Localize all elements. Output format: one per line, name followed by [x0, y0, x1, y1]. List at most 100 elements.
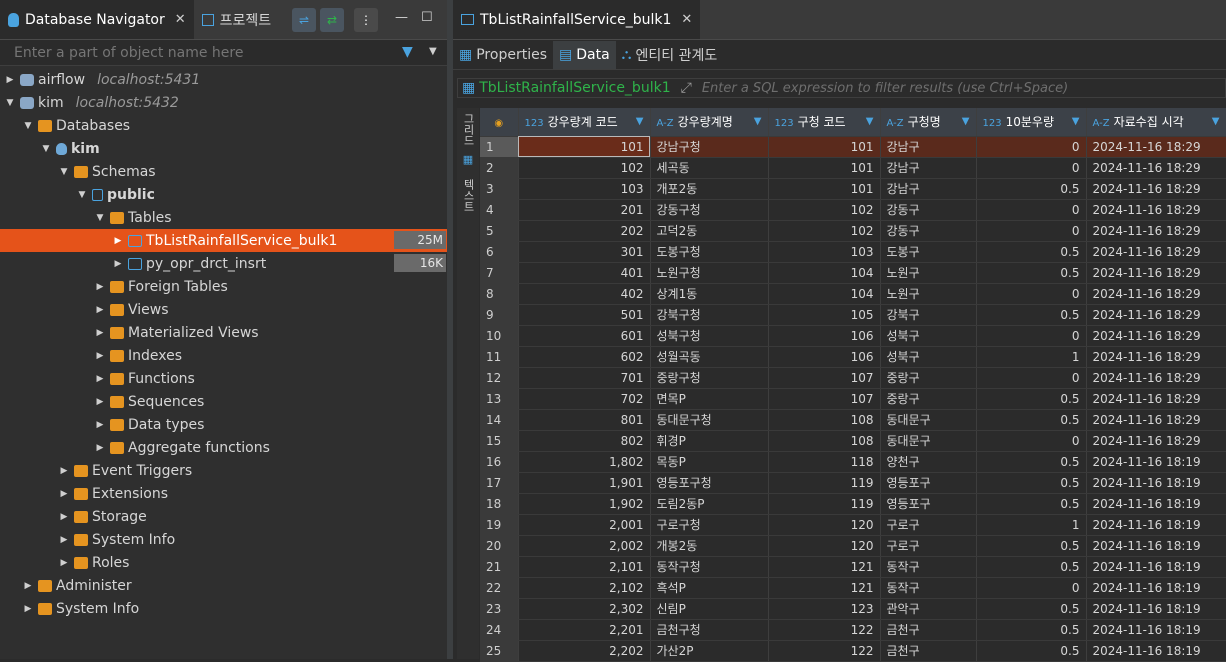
column-header[interactable]: A-Z 자료수집 시각 ▼ — [1086, 108, 1226, 137]
row-number-cell[interactable]: 25 — [480, 640, 519, 662]
grid-cell[interactable]: 701 — [518, 367, 651, 389]
grid-cell[interactable]: 구로구청 — [650, 514, 769, 536]
grid-cell[interactable]: 2024-11-16 18:19 — [1086, 472, 1226, 494]
grid-cell[interactable]: 103 — [518, 178, 651, 200]
tree-node-system-info[interactable]: ▶ System Info — [0, 597, 447, 620]
grid-cell[interactable]: 2024-11-16 18:19 — [1086, 556, 1226, 578]
tab-properties[interactable]: ▦ Properties — [453, 41, 553, 69]
maximize-icon[interactable]: ☐ — [421, 10, 433, 25]
grid-cell[interactable]: 강동구 — [880, 199, 977, 221]
grid-cell[interactable]: 802 — [518, 430, 651, 452]
navigator-filter-input[interactable] — [0, 40, 390, 66]
column-header[interactable]: A-Z 구청명 ▼ — [880, 108, 977, 137]
grid-cell[interactable]: 2024-11-16 18:19 — [1086, 619, 1226, 641]
table-row[interactable]: 5 202 고덕2동 102 강동구 0 2024-11-16 18:29 — [480, 220, 1226, 242]
grid-cell[interactable]: 107 — [768, 367, 881, 389]
grid-cell[interactable]: 강북구청 — [650, 304, 769, 326]
grid-cell[interactable]: 2024-11-16 18:29 — [1086, 178, 1226, 200]
grid-cell[interactable]: 2024-11-16 18:29 — [1086, 430, 1226, 452]
grid-cell[interactable]: 고덕2동 — [650, 220, 769, 242]
row-number-cell[interactable]: 4 — [480, 199, 519, 221]
grid-cell[interactable]: 강동구 — [880, 220, 977, 242]
grid-cell[interactable]: 118 — [768, 451, 881, 473]
chevron-down-icon[interactable]: ▼ — [58, 167, 70, 177]
column-header[interactable]: 123 강우량계 코드 ▼ — [518, 108, 651, 137]
chevron-right-icon[interactable]: ▶ — [94, 282, 106, 292]
tree-node-views[interactable]: ▶ Views — [0, 298, 447, 321]
tree-node-table-py-opr[interactable]: ▶ py_opr_drct_insrt 16K — [0, 252, 447, 275]
chevron-down-icon[interactable]: ▼ — [22, 121, 34, 131]
tree-node-aggregate-functions[interactable]: ▶ Aggregate functions — [0, 436, 447, 459]
tree-node-functions[interactable]: ▶ Functions — [0, 367, 447, 390]
table-row[interactable]: 4 201 강동구청 102 강동구 0 2024-11-16 18:29 — [480, 199, 1226, 221]
grid-cell[interactable]: 201 — [518, 199, 651, 221]
grid-cell[interactable]: 도봉구청 — [650, 241, 769, 263]
grid-cell[interactable]: 중랑구 — [880, 367, 977, 389]
grid-cell[interactable]: 101 — [768, 178, 881, 200]
grid-cell[interactable]: 0 — [976, 325, 1087, 347]
chevron-right-icon[interactable]: ▶ — [58, 466, 70, 476]
grid-cell[interactable]: 구로구 — [880, 514, 977, 536]
tree-node-indexes[interactable]: ▶ Indexes — [0, 344, 447, 367]
grid-cell[interactable]: 105 — [768, 304, 881, 326]
grid-cell[interactable]: 107 — [768, 388, 881, 410]
chevron-right-icon[interactable]: ▶ — [58, 489, 70, 499]
tree-node-tables[interactable]: ▼ Tables — [0, 206, 447, 229]
chevron-right-icon[interactable]: ▶ — [58, 535, 70, 545]
table-row[interactable]: 1 101 강남구청 101 강남구 0 2024-11-16 18:29 — [480, 136, 1226, 158]
grid-cell[interactable]: 122 — [768, 619, 881, 641]
filter-icon[interactable]: ▼ — [402, 44, 413, 60]
tree-node-system-info-db[interactable]: ▶ System Info — [0, 528, 447, 551]
grid-cell[interactable]: 103 — [768, 241, 881, 263]
tree-node-databases[interactable]: ▼ Databases — [0, 114, 447, 137]
grid-cell[interactable]: 구로구 — [880, 535, 977, 557]
row-number-cell[interactable]: 6 — [480, 241, 519, 263]
grid-cell[interactable]: 영등포구청 — [650, 472, 769, 494]
grid-cell[interactable]: 106 — [768, 346, 881, 368]
close-icon[interactable]: ✕ — [175, 12, 186, 27]
tree-node-data-types[interactable]: ▶ Data types — [0, 413, 447, 436]
grid-cell[interactable]: 성월곡동 — [650, 346, 769, 368]
grid-cell[interactable]: 노원구청 — [650, 262, 769, 284]
grid-cell[interactable]: 면목P — [650, 388, 769, 410]
table-row[interactable]: 2 102 세곡동 101 강남구 0 2024-11-16 18:29 — [480, 157, 1226, 179]
grid-cell[interactable]: 1,902 — [518, 493, 651, 515]
grid-cell[interactable]: 동대문구 — [880, 430, 977, 452]
grid-cell[interactable]: 0.5 — [976, 493, 1087, 515]
row-number-cell[interactable]: 15 — [480, 430, 519, 452]
tree-node-extensions[interactable]: ▶ Extensions — [0, 482, 447, 505]
grid-cell[interactable]: 102 — [768, 220, 881, 242]
row-number-header[interactable]: ◉ — [480, 108, 519, 137]
grid-cell[interactable]: 202 — [518, 220, 651, 242]
grid-cell[interactable]: 도봉구 — [880, 241, 977, 263]
grid-cell[interactable]: 영등포구 — [880, 472, 977, 494]
column-header[interactable]: 123 10분우량 ▼ — [976, 108, 1087, 137]
grid-cell[interactable]: 동대문구 — [880, 409, 977, 431]
row-number-cell[interactable]: 12 — [480, 367, 519, 389]
table-row[interactable]: 3 103 개포2동 101 강남구 0.5 2024-11-16 18:29 — [480, 178, 1226, 200]
grid-cell[interactable]: 108 — [768, 430, 881, 452]
grid-cell[interactable]: 402 — [518, 283, 651, 305]
table-row[interactable]: 16 1,802 목동P 118 양천구 0.5 2024-11-16 18:19 — [480, 451, 1226, 473]
tab-database-navigator[interactable]: Database Navigator ✕ — [0, 0, 194, 39]
chevron-down-icon[interactable]: ▼ — [4, 98, 16, 108]
grid-cell[interactable]: 영등포구 — [880, 493, 977, 515]
grid-cell[interactable]: 702 — [518, 388, 651, 410]
grid-cell[interactable]: 601 — [518, 325, 651, 347]
sql-filter-input[interactable]: Enter a SQL expression to filter results… — [702, 81, 1068, 96]
grid-cell[interactable]: 0.5 — [976, 472, 1087, 494]
grid-cell[interactable]: 휘경P — [650, 430, 769, 452]
grid-cell[interactable]: 성북구청 — [650, 325, 769, 347]
grid-cell[interactable]: 401 — [518, 262, 651, 284]
grid-cell[interactable]: 123 — [768, 598, 881, 620]
grid-cell[interactable]: 101 — [518, 136, 651, 158]
tree-node-event-triggers[interactable]: ▶ Event Triggers — [0, 459, 447, 482]
chevron-right-icon[interactable]: ▶ — [4, 75, 16, 85]
grid-cell[interactable]: 0.5 — [976, 304, 1087, 326]
tree-node-table-rainfall[interactable]: ▶ TbListRainfallService_bulk1 25M — [0, 229, 447, 252]
row-number-cell[interactable]: 13 — [480, 388, 519, 410]
grid-cell[interactable]: 0.5 — [976, 640, 1087, 662]
grid-cell[interactable]: 2024-11-16 18:29 — [1086, 199, 1226, 221]
grid-cell[interactable]: 2024-11-16 18:19 — [1086, 640, 1226, 662]
row-number-cell[interactable]: 18 — [480, 493, 519, 515]
